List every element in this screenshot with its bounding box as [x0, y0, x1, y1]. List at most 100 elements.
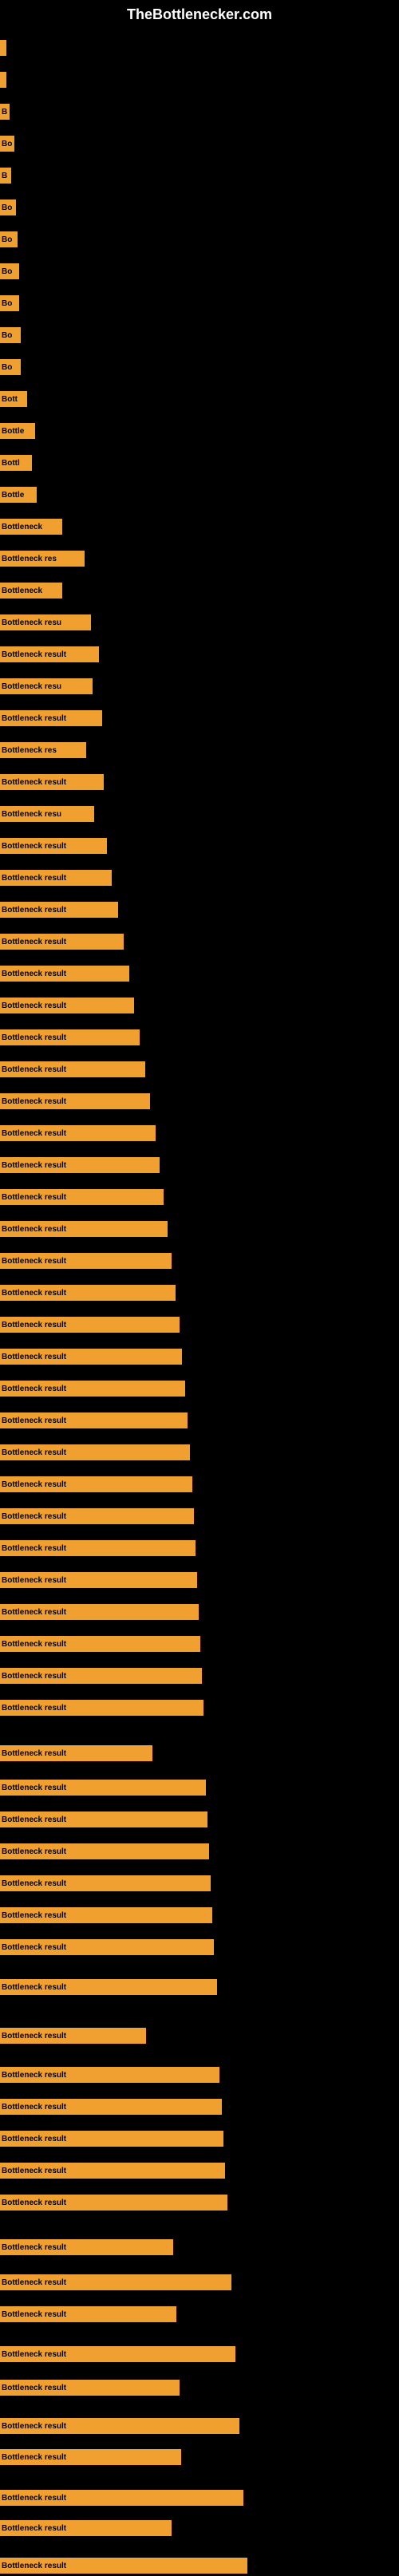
bar-label: Bottle [2, 427, 24, 436]
bar-label: Bottleneck result [2, 1257, 66, 1266]
bar-label: Bottleneck result [2, 2422, 66, 2431]
bar-label: Bottleneck result [2, 1704, 66, 1713]
bar: Bottleneck result [0, 1125, 156, 1141]
bar-label: Bottle [2, 491, 24, 500]
bar-label: Bottleneck result [2, 2453, 66, 2462]
bar: Bo [0, 200, 16, 215]
bar-row: Bottleneck result [0, 1250, 172, 1271]
bar: Bottleneck result [0, 1189, 164, 1205]
bar: Bottleneck result [0, 2195, 227, 2211]
bar: Bo [0, 263, 19, 279]
bar: Bottleneck res [0, 551, 85, 567]
bar-label: B [2, 108, 7, 117]
bar: Bottleneck result [0, 1745, 152, 1761]
bar-label: Bottleneck result [2, 1161, 66, 1170]
bar-label: Bottleneck result [2, 906, 66, 915]
bar-label: Bottleneck result [2, 1879, 66, 1888]
bar-label: Bottleneck result [2, 1672, 66, 1681]
bar-row: Bottleneck result [0, 931, 124, 952]
bar-label: Bottleneck result [2, 2032, 66, 2041]
bar: Bottleneck result [0, 2346, 235, 2362]
bar: Bottleneck result [0, 1253, 172, 1269]
bar-row: Bottl [0, 452, 32, 473]
bar: Bottleneck result [0, 1221, 168, 1237]
bar-row: Bo [0, 229, 18, 250]
bar: Bottleneck result [0, 774, 104, 790]
bar: Bottleneck result [0, 2520, 172, 2536]
bar-label: Bottleneck result [2, 1847, 66, 1856]
bar-label: Bottleneck result [2, 2350, 66, 2359]
bar-row: B [0, 165, 11, 186]
bar: Bottleneck [0, 583, 62, 599]
bar-row: Bottleneck result [0, 1091, 150, 1112]
bar-row: Bottleneck resu [0, 676, 93, 697]
bar: Bottl [0, 455, 32, 471]
bar-row: Bottleneck result [0, 836, 107, 856]
bar-row: Bo [0, 325, 21, 346]
bar-label: Bottleneck result [2, 2167, 66, 2175]
bar-row: Bottleneck [0, 580, 62, 601]
bar-row: Bottleneck result [0, 1977, 217, 1997]
bar-row: Bottleneck result [0, 2304, 176, 2325]
bar: Bottleneck result [0, 1317, 180, 1333]
bar: Bottleneck result [0, 2490, 243, 2506]
bar: B [0, 168, 11, 184]
site-title: TheBottlenecker.com [0, 0, 399, 30]
bar-row: Bottleneck result [0, 2447, 181, 2467]
bar-label: Bottleneck resu [2, 618, 61, 627]
bar-label: Bottleneck result [2, 1576, 66, 1585]
bar: Bottleneck result [0, 2239, 173, 2255]
bar-row [0, 69, 6, 90]
bar-label: Bottleneck res [2, 746, 57, 755]
bar-row: Bottleneck result [0, 1219, 168, 1239]
bar-row: Bottleneck result [0, 2160, 225, 2181]
bar-row: Bottleneck result [0, 2555, 247, 2576]
bar-label: Bo [2, 299, 12, 308]
bar-row: Bottleneck result [0, 963, 129, 984]
bar: Bottleneck result [0, 1907, 212, 1923]
bar-row: Bottleneck result [0, 1743, 152, 1764]
bar: Bo [0, 231, 18, 247]
bar-label: Bottleneck result [2, 874, 66, 883]
bar-row: Bottleneck result [0, 1378, 185, 1399]
bar: Bottleneck result [0, 1349, 182, 1365]
bar: Bottleneck result [0, 1843, 209, 1859]
bar: Bottleneck result [0, 2028, 146, 2044]
bar-row: B [0, 101, 10, 122]
bar: Bottleneck result [0, 902, 118, 918]
bar-label: Bottleneck result [2, 1321, 66, 1329]
bar-label: Bottleneck result [2, 1033, 66, 1042]
bar-row: Bo [0, 133, 14, 154]
bar: Bottleneck result [0, 1780, 206, 1796]
bar: Bottle [0, 423, 35, 439]
bar-label: Bottleneck result [2, 1097, 66, 1106]
bar-label: Bottleneck result [2, 2243, 66, 2252]
bar-label: B [2, 172, 7, 180]
bar-row: Bottle [0, 484, 37, 505]
bar-row: Bottleneck result [0, 867, 112, 888]
bar-label: Bottleneck result [2, 1353, 66, 1361]
bar-label: Bottleneck result [2, 1749, 66, 1758]
bar: Bo [0, 136, 14, 152]
bar: Bottleneck result [0, 2274, 231, 2290]
bar-row: Bo [0, 357, 21, 377]
bar-label: Bottleneck result [2, 2524, 66, 2533]
bar-row: Bottleneck result [0, 1602, 199, 1622]
bar-label: Bottleneck result [2, 1911, 66, 1920]
bar-row: Bottle [0, 421, 35, 441]
bar-label: Bottleneck result [2, 1065, 66, 1074]
bar: Bottleneck result [0, 934, 124, 950]
bar: Bottleneck result [0, 2449, 181, 2465]
bars-container: BBoBBoBoBoBoBoBoBottBottleBottlBottleBot… [0, 30, 399, 2551]
bar-row: Bottleneck result [0, 2272, 231, 2293]
bar-label: Bottleneck result [2, 2135, 66, 2143]
bar-row: Bottleneck result [0, 772, 104, 792]
bar: Bottleneck result [0, 710, 102, 726]
bar: Bottleneck result [0, 966, 129, 982]
bar-label: Bottleneck result [2, 1289, 66, 1298]
bar-row: Bottleneck result [0, 2518, 172, 2538]
bar-label: Bottleneck result [2, 2310, 66, 2319]
bar-label: Bottleneck result [2, 2103, 66, 2112]
bar: Bottleneck [0, 519, 62, 535]
bar-row: Bottleneck result [0, 1123, 156, 1144]
